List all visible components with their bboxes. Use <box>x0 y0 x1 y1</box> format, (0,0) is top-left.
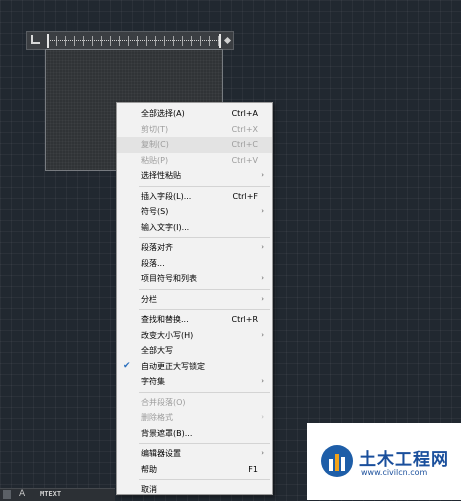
menu-item-shortcut: Ctrl+X <box>231 124 258 134</box>
menu-item-label: 合并段落(O) <box>141 397 186 407</box>
menu-item[interactable]: 选择性粘贴 › <box>117 168 272 184</box>
menu-item-shortcut: Ctrl+V <box>231 155 258 165</box>
civilcn-logo-icon <box>321 445 353 477</box>
menu-item-label: 插入字段(L)... <box>141 191 192 201</box>
submenu-arrow-icon: › <box>261 207 264 215</box>
submenu-arrow-icon: › <box>261 330 264 339</box>
ruler-resize-handle-icon[interactable] <box>223 36 232 45</box>
menu-item[interactable]: ✔ 自动更正大写锁定 <box>117 359 272 375</box>
menu-item[interactable]: 字符集 › <box>117 374 272 390</box>
menu-item-label: 全部选择(A) <box>141 109 185 118</box>
mtext-ruler[interactable] <box>26 31 234 50</box>
menu-item-label: 字符集 <box>141 377 165 386</box>
menu-item[interactable]: 全部大写 <box>117 343 272 359</box>
menu-item[interactable]: 改变大小写(H) › <box>117 328 272 344</box>
menu-item[interactable]: 输入文字(I)... <box>117 220 272 236</box>
menu-item-label: 编辑器设置 <box>141 449 181 458</box>
submenu-arrow-icon: › <box>261 243 264 251</box>
command-line-handle[interactable] <box>3 490 11 499</box>
menu-item[interactable]: 符号(S) › <box>117 204 272 220</box>
ruler-track <box>47 40 221 43</box>
submenu-arrow-icon: › <box>261 377 264 385</box>
menu-item[interactable]: 项目符号和列表 › <box>117 271 272 287</box>
menu-item-label: 全部大写 <box>141 346 173 355</box>
menu-item[interactable]: 段落... <box>117 256 272 272</box>
menu-separator <box>139 443 270 444</box>
command-text: MTEXT <box>40 490 62 498</box>
menu-item[interactable]: 段落对齐 › <box>117 240 272 256</box>
submenu-arrow-icon: › <box>261 171 264 179</box>
menu-item-label: 帮助 <box>141 464 157 474</box>
context-menu: 全部选择(A) Ctrl+A 剪切(T) Ctrl+X 复制(C) Ctrl+C 粘贴(P)… <box>116 102 273 495</box>
menu-separator <box>139 237 270 238</box>
menu-item-label: 改变大小写(H) <box>141 330 194 340</box>
watermark-brand: 土木工程网 <box>359 450 449 470</box>
menu-item[interactable]: 分栏 › <box>117 292 272 308</box>
menu-item-label: 段落对齐 <box>141 243 173 252</box>
menu-item[interactable]: 删除格式 › <box>117 410 272 426</box>
menu-separator <box>139 288 270 290</box>
command-icon: A <box>19 489 26 499</box>
menu-item-shortcut: Ctrl+C <box>231 140 258 149</box>
menu-item-label: 自动更正大写锁定 <box>141 361 205 371</box>
menu-item-label: 粘贴(P) <box>141 155 169 165</box>
menu-item[interactable]: 剪切(T) Ctrl+X <box>117 122 272 138</box>
checkmark-icon: ✔ <box>123 360 131 371</box>
menu-item-label: 符号(S) <box>141 207 169 216</box>
submenu-arrow-icon: › <box>261 294 264 303</box>
watermark-url: www.civilcn.com <box>361 468 428 477</box>
menu-item-label: 复制(C) <box>141 140 169 149</box>
menu-separator <box>139 309 270 310</box>
menu-separator <box>139 185 270 187</box>
watermark: 土木工程网 www.civilcn.com <box>307 423 461 500</box>
submenu-arrow-icon: › <box>261 413 264 421</box>
menu-separator <box>139 479 270 480</box>
menu-item-label: 剪切(T) <box>141 124 169 134</box>
menu-item-label: 查找和替换... <box>141 315 189 324</box>
menu-item-shortcut: F1 <box>248 464 258 474</box>
menu-item-shortcut: Ctrl+A <box>231 109 258 118</box>
menu-item-label: 选择性粘贴 <box>141 171 181 180</box>
tab-stop-icon[interactable] <box>31 35 40 44</box>
submenu-arrow-icon: › <box>261 449 264 457</box>
menu-item[interactable]: 背景遮罩(B)... <box>117 426 272 442</box>
indent-marker-left[interactable] <box>47 34 49 48</box>
command-line[interactable]: A MTEXT <box>0 488 115 501</box>
menu-item-label: 项目符号和列表 <box>141 274 197 283</box>
menu-item[interactable]: 全部选择(A) Ctrl+A <box>117 106 272 122</box>
menu-item[interactable]: 粘贴(P) Ctrl+V <box>117 153 272 169</box>
menu-item[interactable]: 查找和替换... Ctrl+R <box>117 312 272 328</box>
menu-item[interactable]: 合并段落(O) <box>117 395 272 411</box>
menu-item[interactable]: 取消 <box>117 482 272 498</box>
menu-separator <box>139 391 270 393</box>
menu-item[interactable]: 复制(C) Ctrl+C <box>117 137 272 153</box>
menu-item-shortcut: Ctrl+F <box>232 191 258 201</box>
menu-item[interactable]: 插入字段(L)... Ctrl+F <box>117 189 272 205</box>
menu-item-label: 删除格式 <box>141 413 173 422</box>
menu-item-label: 段落... <box>141 258 165 268</box>
menu-item-shortcut: Ctrl+R <box>231 315 259 324</box>
menu-item-label: 取消 <box>141 485 157 494</box>
menu-item-label: 分栏 <box>141 294 157 304</box>
submenu-arrow-icon: › <box>261 274 264 282</box>
menu-item[interactable]: 编辑器设置 › <box>117 446 272 462</box>
indent-marker-right[interactable] <box>219 34 221 48</box>
menu-item[interactable]: 帮助 F1 <box>117 462 272 478</box>
menu-item-label: 输入文字(I)... <box>141 222 190 232</box>
menu-item-label: 背景遮罩(B)... <box>141 428 193 438</box>
